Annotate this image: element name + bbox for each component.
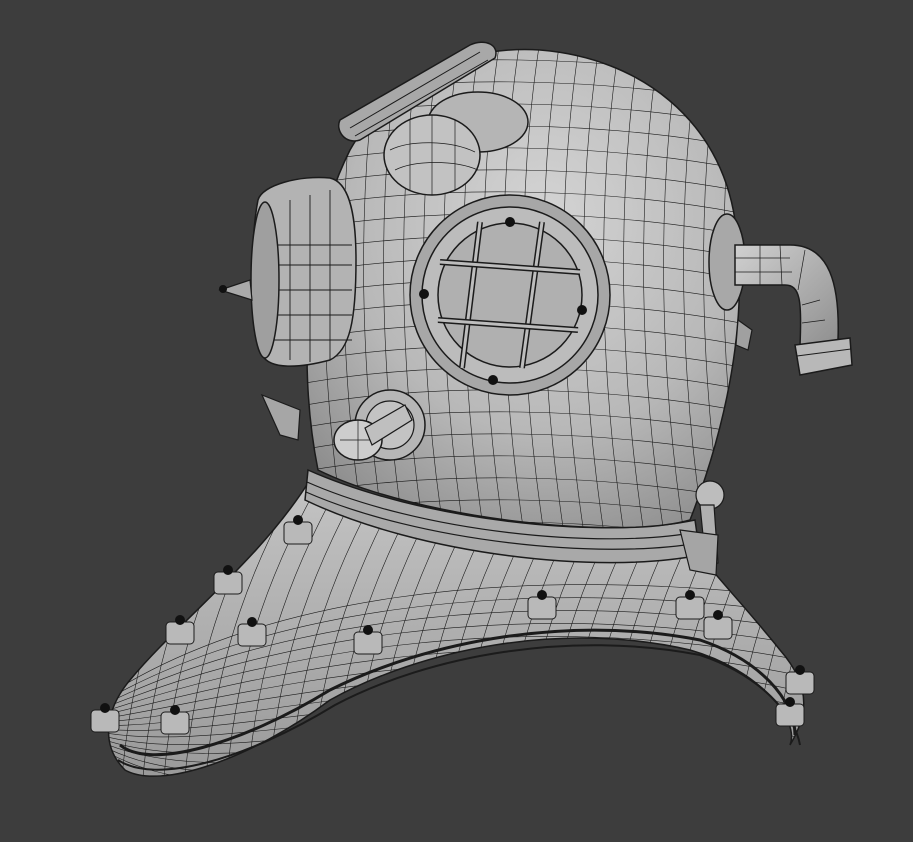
stud-bolt — [175, 615, 185, 625]
stud-bolt — [293, 515, 303, 525]
stud-bolt — [363, 625, 373, 635]
stud-nut — [160, 711, 190, 735]
stud-bolt — [685, 590, 695, 600]
stud-nut — [165, 621, 195, 645]
stud-bolt — [170, 705, 180, 715]
stud-bolt — [537, 590, 547, 600]
stud-nut — [90, 709, 120, 733]
front-porthole — [409, 194, 611, 396]
stud-nut — [283, 521, 313, 545]
stud-bolt — [223, 565, 233, 575]
stud-bolt — [795, 665, 805, 675]
stud-nut — [703, 616, 733, 640]
stud-nut — [785, 671, 815, 695]
stud-bolt — [100, 703, 110, 713]
helmet-render — [90, 41, 853, 777]
stud-nut — [353, 631, 383, 655]
viewport-3d[interactable] — [0, 0, 913, 842]
stud-bolt — [247, 617, 257, 627]
stud-nut — [237, 623, 267, 647]
stud-nut — [675, 596, 705, 620]
stud-bolt — [713, 610, 723, 620]
stud-nut — [527, 596, 557, 620]
stud-nut — [213, 571, 243, 595]
stud-bolt — [785, 697, 795, 707]
stud-nut — [775, 703, 805, 727]
